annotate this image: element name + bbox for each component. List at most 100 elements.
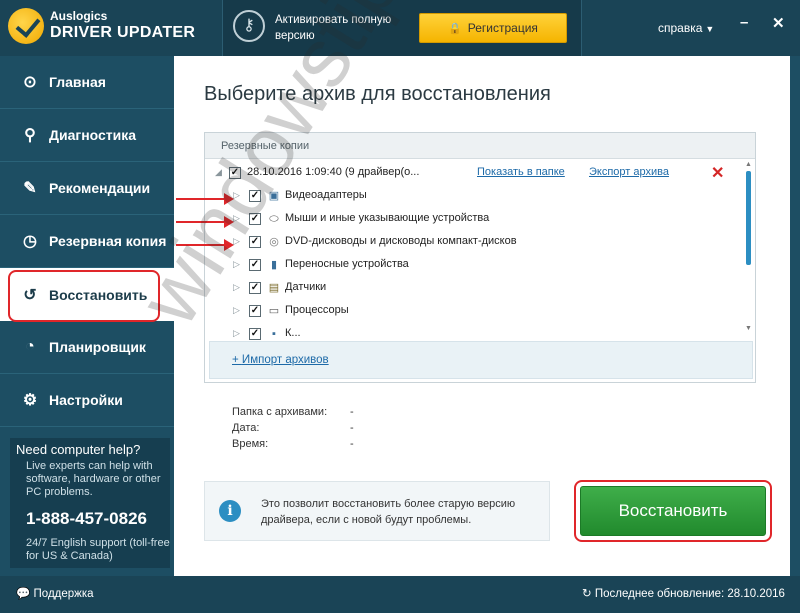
sidebar-item-scheduler[interactable]: ◔ Планировщик xyxy=(0,321,174,374)
support-link[interactable]: 💬 Поддержка xyxy=(16,586,94,600)
device-label: DVD-дисководы и дисководы компакт-дисков xyxy=(285,235,517,247)
backup-tree: ◢ ✓ 28.10.2016 1:09:40 (9 драйвер(о... П… xyxy=(205,160,741,340)
expand-icon[interactable]: ▷ xyxy=(233,305,240,316)
device-checkbox[interactable]: ✓ xyxy=(249,236,261,248)
delete-archive-icon[interactable]: ✕ xyxy=(711,163,724,183)
date-value: - xyxy=(350,422,354,434)
sidebar-item-backup[interactable]: ◷ Резервная копия xyxy=(0,215,174,268)
help-support-note: 24/7 English support (toll-free for US &… xyxy=(26,537,170,562)
device-checkbox[interactable]: ✓ xyxy=(249,282,261,294)
import-archives-label: Импорт архивов xyxy=(241,354,329,366)
sidebar: ⊙ Главная ⚲ Диагностика ✎ Рекомендации ◷ Рез… xyxy=(0,56,174,576)
annotation-arrow xyxy=(176,239,234,251)
close-button[interactable]: ✕ xyxy=(772,14,785,32)
chat-icon: 💬 xyxy=(16,588,31,600)
time-value: - xyxy=(350,438,354,450)
backup-list-header: Резервные копии xyxy=(205,133,755,159)
expand-icon[interactable]: ▷ xyxy=(233,259,240,270)
activate-text: Активировать полную версию xyxy=(275,14,392,42)
app-footer: 💬 Поддержка ↻ Последнее обновление: 28.1… xyxy=(0,576,800,613)
sidebar-item-label: Планировщик xyxy=(49,339,146,355)
backup-icon: ◷ xyxy=(23,233,37,250)
info-icon: i xyxy=(219,500,241,522)
time-label: Время: xyxy=(232,438,269,450)
sidebar-item-settings[interactable]: ⚙ Настройки xyxy=(0,374,174,427)
expand-icon[interactable]: ▷ xyxy=(233,213,240,224)
archive-checkbox[interactable]: ✓ xyxy=(229,167,241,179)
sidebar-item-home[interactable]: ⊙ Главная xyxy=(0,56,174,109)
search-icon: ⚲ xyxy=(24,127,36,144)
disc-icon: ◎ xyxy=(269,236,279,248)
register-button[interactable]: 🔒 Регистрация xyxy=(419,13,567,43)
folder-value: - xyxy=(350,406,354,418)
register-label: Регистрация xyxy=(467,21,538,35)
display-icon: ▣ xyxy=(268,190,280,202)
import-bar: + Импорт архивов xyxy=(209,341,753,379)
expand-icon[interactable]: ▷ xyxy=(233,190,240,201)
show-in-folder-link[interactable]: Показать в папке xyxy=(477,166,565,178)
cpu-icon: ▭ xyxy=(268,305,280,317)
device-label: Переносные устройства xyxy=(285,258,409,270)
device-checkbox[interactable]: ✓ xyxy=(249,305,261,317)
brand-title: DRIVER UPDATER xyxy=(50,24,196,41)
refresh-icon: ↻ xyxy=(582,588,592,600)
restore-notice: i Это позволит восстановить более старую… xyxy=(204,481,550,541)
date-label: Дата: xyxy=(232,422,260,434)
device-checkbox[interactable]: ✓ xyxy=(249,190,261,202)
annotation-arrow xyxy=(176,216,234,228)
device-checkbox[interactable]: ✓ xyxy=(249,328,261,340)
scroll-down-icon[interactable]: ▼ xyxy=(745,325,752,332)
page-title: Выберите архив для восстановления xyxy=(204,83,551,105)
scroll-up-icon[interactable]: ▲ xyxy=(745,161,752,168)
device-checkbox[interactable]: ✓ xyxy=(249,213,261,225)
device-checkbox[interactable]: ✓ xyxy=(249,259,261,271)
device-row[interactable]: ▷ ✓ ▪ К... xyxy=(205,323,741,340)
help-phone: 1-888-457-0826 xyxy=(26,509,147,528)
activate-panel: ⚷ Активировать полную версию 🔒 Регистраци… xyxy=(222,0,582,56)
help-menu[interactable]: справка ▼ xyxy=(658,21,714,35)
restore-button-highlight-frame xyxy=(574,480,772,542)
archive-row[interactable]: ◢ ✓ 28.10.2016 1:09:40 (9 драйвер(о... П… xyxy=(205,162,741,185)
device-row[interactable]: ▷ ✓ ⬭ Мыши и иные указывающие устройства xyxy=(205,208,741,231)
lock-icon: 🔒 xyxy=(448,23,462,35)
sidebar-item-label: Рекомендации xyxy=(49,180,151,196)
support-label: Поддержка xyxy=(33,588,94,600)
sidebar-item-recommendations[interactable]: ✎ Рекомендации xyxy=(0,162,174,215)
scroll-thumb[interactable] xyxy=(746,171,751,265)
collapse-icon[interactable]: ◢ xyxy=(215,167,222,178)
expand-icon[interactable]: ▷ xyxy=(233,236,240,247)
minimize-button[interactable]: – xyxy=(740,14,748,31)
device-label: Видеоадаптеры xyxy=(285,189,367,201)
main-panel: Выберите архив для восстановления Резерв… xyxy=(174,56,790,576)
sidebar-item-diagnostics[interactable]: ⚲ Диагностика xyxy=(0,109,174,162)
key-icon: ⚷ xyxy=(233,10,265,42)
sensor-icon: ▤ xyxy=(268,282,280,294)
notice-text: Это позволит восстановить более старую в… xyxy=(261,498,516,526)
device-icon: ▪ xyxy=(272,328,276,340)
annotation-arrow xyxy=(176,193,234,205)
device-row[interactable]: ▷ ✓ ▮ Переносные устройства xyxy=(205,254,741,277)
brand-small: Auslogics xyxy=(50,9,108,23)
device-label: Процессоры xyxy=(285,304,349,316)
clock-icon: ◔ xyxy=(25,338,35,355)
device-label: Датчики xyxy=(285,281,327,293)
app-logo-icon xyxy=(8,8,44,44)
device-row[interactable]: ▷ ✓ ▭ Процессоры xyxy=(205,300,741,323)
device-row[interactable]: ▷ ✓ ◎ DVD-дисководы и дисководы компакт-… xyxy=(205,231,741,254)
chevron-down-icon: ▼ xyxy=(705,24,715,34)
scrollbar[interactable]: ▲ ▼ xyxy=(743,161,753,337)
device-label: Мыши и иные указывающие устройства xyxy=(285,212,490,224)
backup-list-panel: Резервные копии ◢ ✓ 28.10.2016 1:09:40 (… xyxy=(204,132,756,383)
help-title: Need computer help? xyxy=(16,442,141,457)
expand-icon[interactable]: ▷ xyxy=(233,282,240,293)
restore-highlight-frame xyxy=(8,270,160,322)
device-row[interactable]: ▷ ✓ ▤ Датчики xyxy=(205,277,741,300)
import-archives-link[interactable]: + Импорт архивов xyxy=(232,354,329,366)
last-update: ↻ Последнее обновление: 28.10.2016 xyxy=(582,586,785,600)
device-row[interactable]: ▷ ✓ ▣ Видеоадаптеры xyxy=(205,185,741,208)
help-menu-label: справка xyxy=(658,21,703,35)
device-label: К... xyxy=(285,327,301,339)
expand-icon[interactable]: ▷ xyxy=(233,328,240,339)
mouse-icon: ⬭ xyxy=(269,213,279,225)
export-archive-link[interactable]: Экспорт архива xyxy=(589,166,669,178)
